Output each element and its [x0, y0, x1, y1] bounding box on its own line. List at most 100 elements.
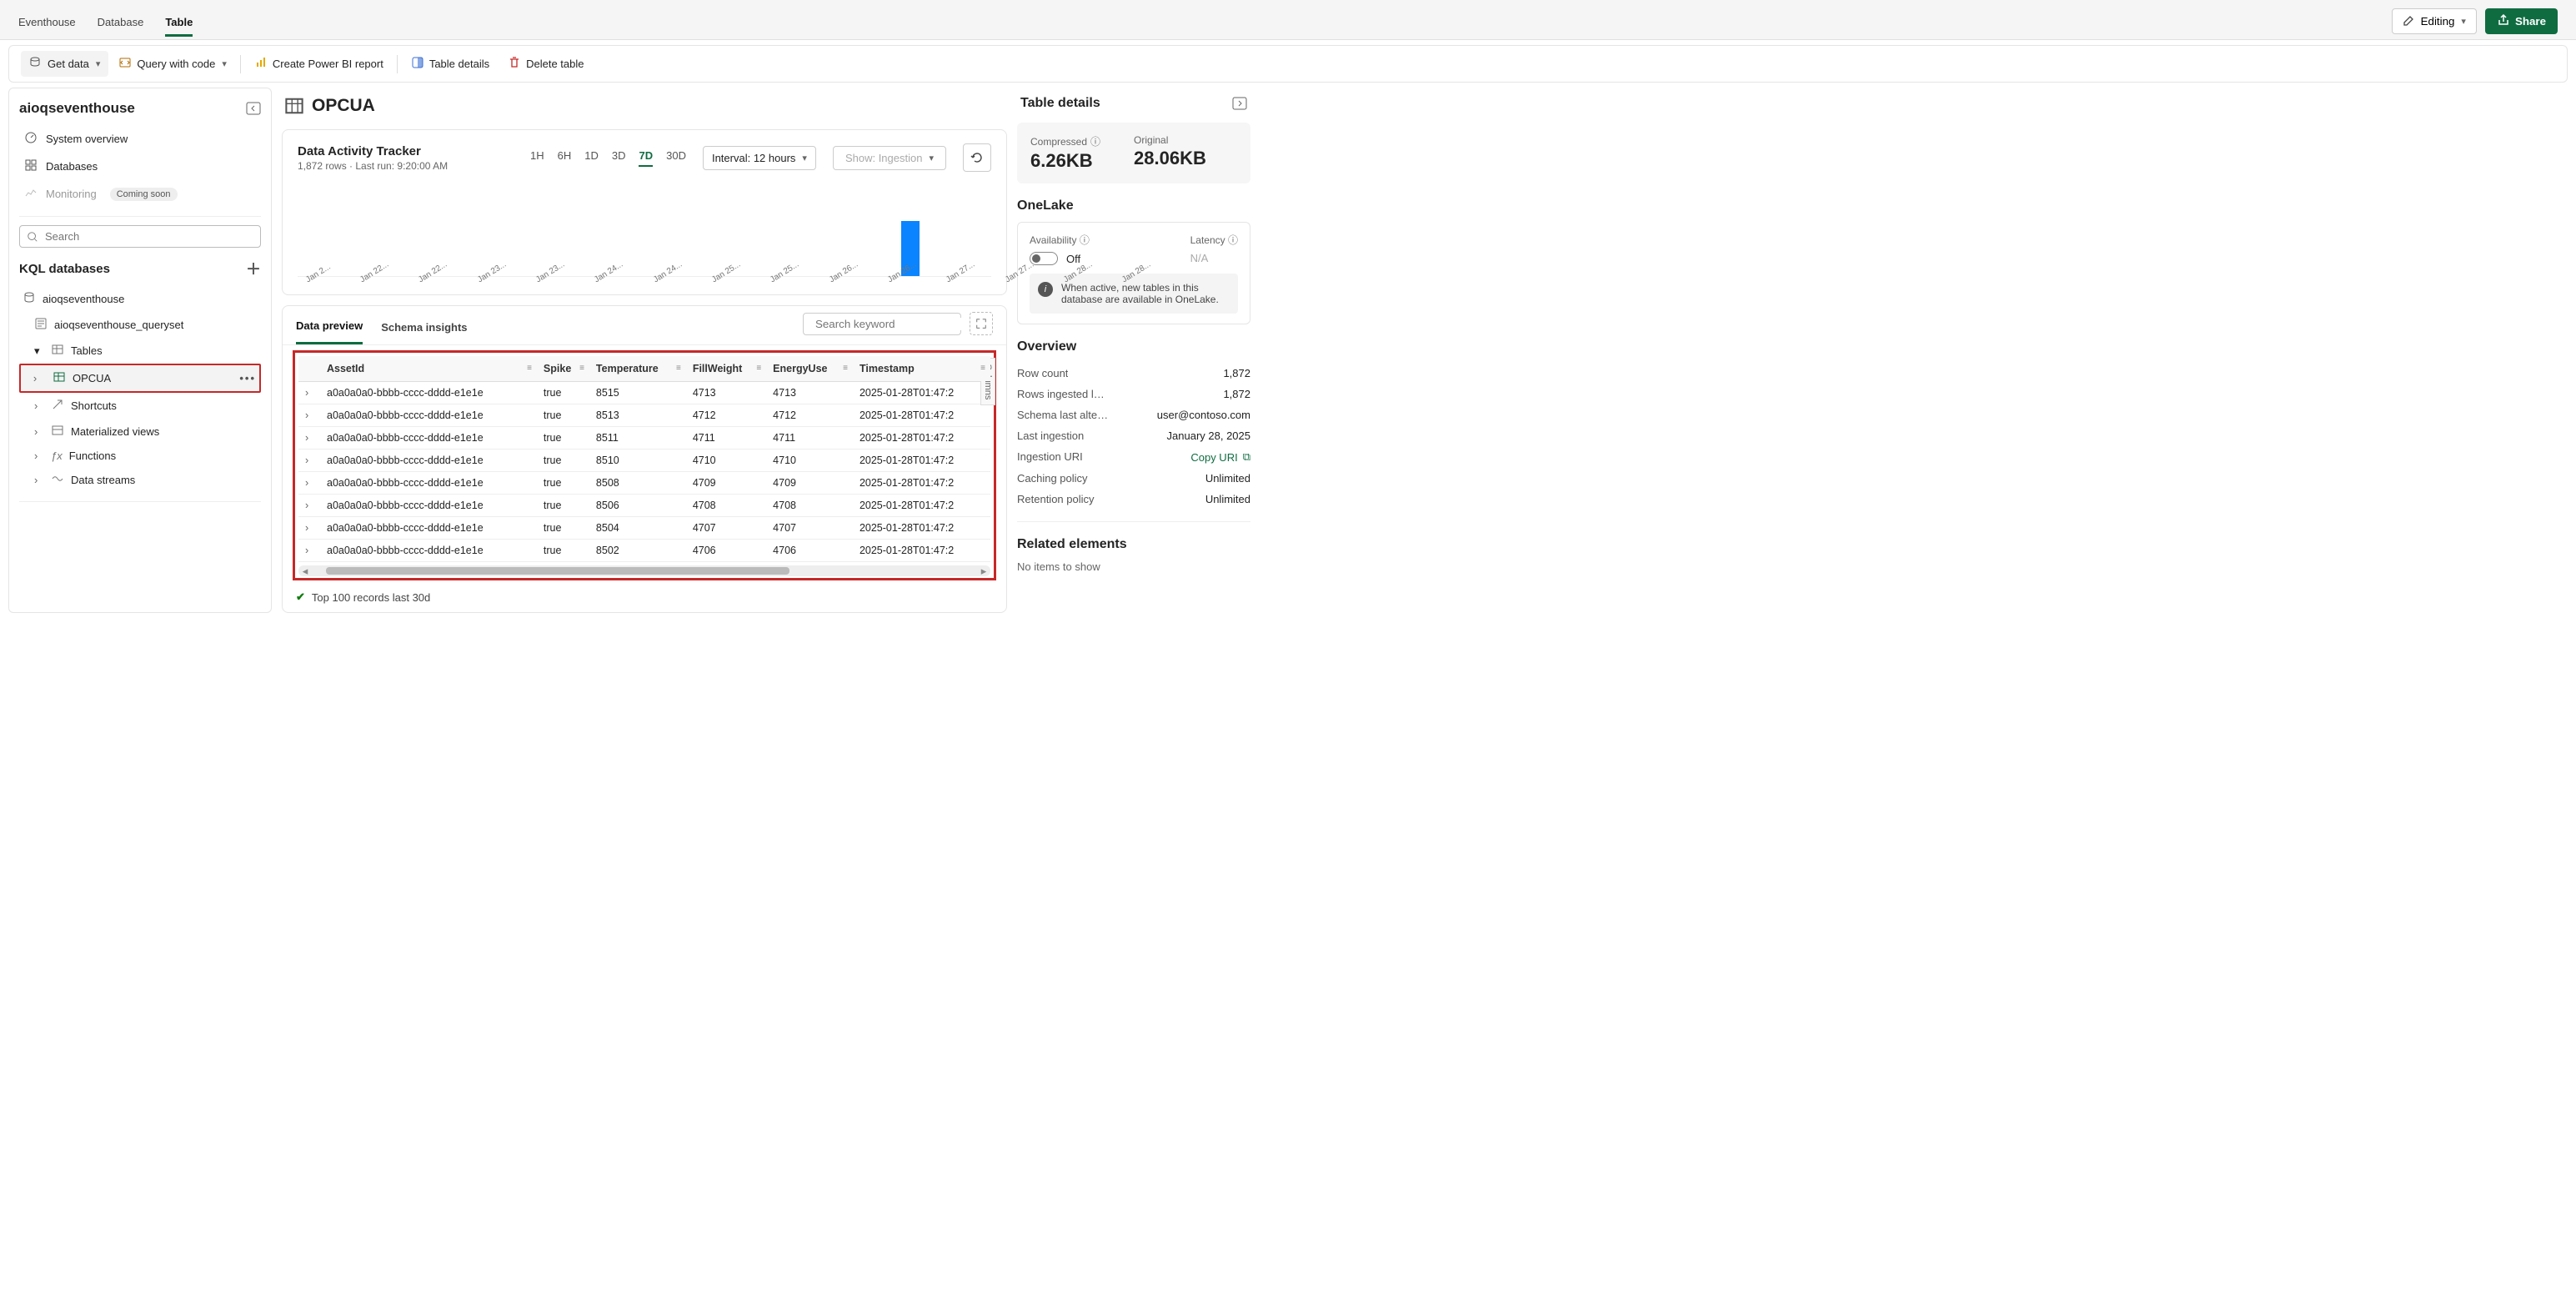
- info-icon[interactable]: ⓘ: [1090, 134, 1100, 148]
- tree-tables[interactable]: ▾ Tables: [19, 338, 261, 364]
- range-tab-1H[interactable]: 1H: [530, 149, 544, 167]
- search-box[interactable]: [19, 225, 261, 248]
- tree-db[interactable]: aioqseventhouse: [19, 286, 261, 312]
- expand-row-icon[interactable]: ›: [298, 404, 320, 427]
- table-row[interactable]: ›a0a0a0a0-bbbb-cccc-dddd-e1e1etrue851547…: [298, 382, 990, 404]
- expand-row-icon[interactable]: ›: [298, 427, 320, 450]
- info-icon[interactable]: ⓘ: [1080, 234, 1090, 246]
- cell-assetid: a0a0a0a0-bbbb-cccc-dddd-e1e1e: [320, 450, 537, 472]
- overview-value: 1,872: [1223, 367, 1250, 379]
- table-row[interactable]: ›a0a0a0a0-bbbb-cccc-dddd-e1e1etrue851047…: [298, 450, 990, 472]
- cell-spike: true: [537, 427, 589, 450]
- overview-key: Caching policy: [1017, 472, 1088, 485]
- table-row[interactable]: ›a0a0a0a0-bbbb-cccc-dddd-e1e1etrue850447…: [298, 517, 990, 540]
- col-header-temperature[interactable]: Temperature≡: [589, 356, 686, 382]
- col-menu-icon[interactable]: ≡: [527, 364, 532, 373]
- overview-key: Rows ingested las...: [1017, 388, 1109, 400]
- db-name: aioqseventhouse: [43, 293, 124, 305]
- availability-toggle[interactable]: [1030, 252, 1058, 265]
- col-menu-icon[interactable]: ≡: [756, 364, 761, 373]
- plus-icon[interactable]: ＋: [246, 258, 261, 279]
- cell-assetid: a0a0a0a0-bbbb-cccc-dddd-e1e1e: [320, 427, 537, 450]
- col-header-timestamp[interactable]: Timestamp≡: [853, 356, 990, 382]
- table-row[interactable]: ›a0a0a0a0-bbbb-cccc-dddd-e1e1etrue850847…: [298, 472, 990, 495]
- col-menu-icon[interactable]: ≡: [843, 364, 848, 373]
- show-dropdown[interactable]: Show: Ingestion ▾: [833, 146, 946, 170]
- powerbi-button[interactable]: Create Power BI report: [246, 51, 392, 77]
- table-details-button[interactable]: Table details: [403, 51, 498, 77]
- tab-data-preview[interactable]: Data preview: [296, 309, 363, 344]
- table-row[interactable]: ›a0a0a0a0-bbbb-cccc-dddd-e1e1etrue851347…: [298, 404, 990, 427]
- keyword-input[interactable]: [815, 318, 963, 330]
- interval-dropdown[interactable]: Interval: 12 hours ▾: [703, 146, 816, 170]
- tree-queryset[interactable]: aioqseventhouse_queryset: [19, 312, 261, 338]
- search-input[interactable]: [45, 230, 253, 243]
- latency-label: Latency: [1190, 234, 1225, 246]
- expand-row-icon[interactable]: ›: [298, 382, 320, 404]
- banner-text: When active, new tables in this database…: [1061, 282, 1230, 305]
- cell-energyuse: 4708: [766, 495, 853, 517]
- original-label: Original: [1134, 134, 1206, 146]
- table-row[interactable]: ›a0a0a0a0-bbbb-cccc-dddd-e1e1etrue851147…: [298, 427, 990, 450]
- range-tab-7D[interactable]: 7D: [639, 149, 653, 167]
- related-empty: No items to show: [1017, 560, 1250, 573]
- tab-table[interactable]: Table: [165, 11, 193, 37]
- range-tab-6H[interactable]: 6H: [558, 149, 572, 167]
- overview-heading: Overview: [1017, 339, 1250, 354]
- expand-row-icon[interactable]: ›: [298, 517, 320, 540]
- refresh-button[interactable]: [963, 143, 991, 172]
- col-header-assetid[interactable]: AssetId≡: [320, 356, 537, 382]
- expand-row-icon[interactable]: ›: [298, 495, 320, 517]
- scroll-left-icon[interactable]: ◂: [298, 565, 312, 578]
- get-data-button[interactable]: Get data ▾: [21, 51, 108, 77]
- range-tab-1D[interactable]: 1D: [584, 149, 599, 167]
- more-icon[interactable]: •••: [239, 372, 256, 384]
- sidebar-item-databases[interactable]: Databases: [19, 153, 261, 180]
- expand-row-icon[interactable]: ›: [298, 450, 320, 472]
- range-tabs: 1H 6H 1D 3D 7D 30D: [530, 149, 686, 167]
- expand-row-icon[interactable]: ›: [298, 540, 320, 562]
- overview-value: Unlimited: [1205, 472, 1250, 485]
- range-tab-30D[interactable]: 30D: [666, 149, 686, 167]
- scroll-right-icon[interactable]: ▸: [977, 565, 990, 578]
- tree-materialized[interactable]: › Materialized views: [19, 419, 261, 445]
- query-button[interactable]: Query with code ▾: [110, 51, 234, 77]
- keyword-search[interactable]: [803, 313, 961, 335]
- tab-database[interactable]: Database: [98, 11, 144, 37]
- collapse-icon[interactable]: [246, 102, 261, 115]
- tab-eventhouse[interactable]: Eventhouse: [18, 11, 76, 37]
- fullscreen-button[interactable]: [970, 312, 993, 335]
- overview-key: Retention policy: [1017, 493, 1095, 505]
- table-row[interactable]: ›a0a0a0a0-bbbb-cccc-dddd-e1e1etrue850647…: [298, 495, 990, 517]
- expand-row-icon[interactable]: ›: [298, 472, 320, 495]
- delete-button[interactable]: Delete table: [499, 51, 592, 77]
- range-tab-3D[interactable]: 3D: [612, 149, 626, 167]
- tree-functions[interactable]: › ƒx Functions: [19, 445, 261, 467]
- tree-selected-table[interactable]: › OPCUA •••: [19, 364, 261, 393]
- cell-spike: true: [537, 495, 589, 517]
- toolbar: Get data ▾ Query with code ▾ Create Powe…: [8, 45, 2568, 83]
- expand-icon[interactable]: [1232, 97, 1247, 110]
- col-menu-icon[interactable]: ≡: [980, 364, 985, 373]
- horizontal-scrollbar[interactable]: ◂ ▸: [298, 565, 990, 576]
- copy-icon[interactable]: ⧉: [1243, 450, 1250, 464]
- col-menu-icon[interactable]: ≡: [676, 364, 681, 373]
- top-tabs: Eventhouse Database Table Editing ▾ Shar…: [0, 0, 2576, 40]
- tree-shortcuts[interactable]: › Shortcuts: [19, 393, 261, 419]
- col-header-energyuse[interactable]: EnergyUse≡: [766, 356, 853, 382]
- main-content: OPCUA Data Activity Tracker 1,872 rows ·…: [282, 88, 1007, 613]
- info-icon[interactable]: ⓘ: [1228, 234, 1238, 246]
- sidebar-item-overview[interactable]: System overview: [19, 125, 261, 153]
- selected-table-label: OPCUA: [73, 372, 111, 384]
- chevron-right-icon: ›: [34, 474, 44, 486]
- col-menu-icon[interactable]: ≡: [579, 364, 584, 373]
- tab-schema[interactable]: Schema insights: [381, 311, 467, 344]
- share-button[interactable]: Share: [2485, 8, 2558, 34]
- col-header-spike[interactable]: Spike≡: [537, 356, 589, 382]
- editing-button[interactable]: Editing ▾: [2392, 8, 2477, 34]
- tree-datastreams[interactable]: › Data streams: [19, 467, 261, 493]
- overview-value[interactable]: Copy URI⧉: [1190, 450, 1250, 464]
- table-row[interactable]: ›a0a0a0a0-bbbb-cccc-dddd-e1e1etrue850247…: [298, 540, 990, 562]
- col-header-fillweight[interactable]: FillWeight≡: [686, 356, 766, 382]
- overview-value: 1,872: [1223, 388, 1250, 400]
